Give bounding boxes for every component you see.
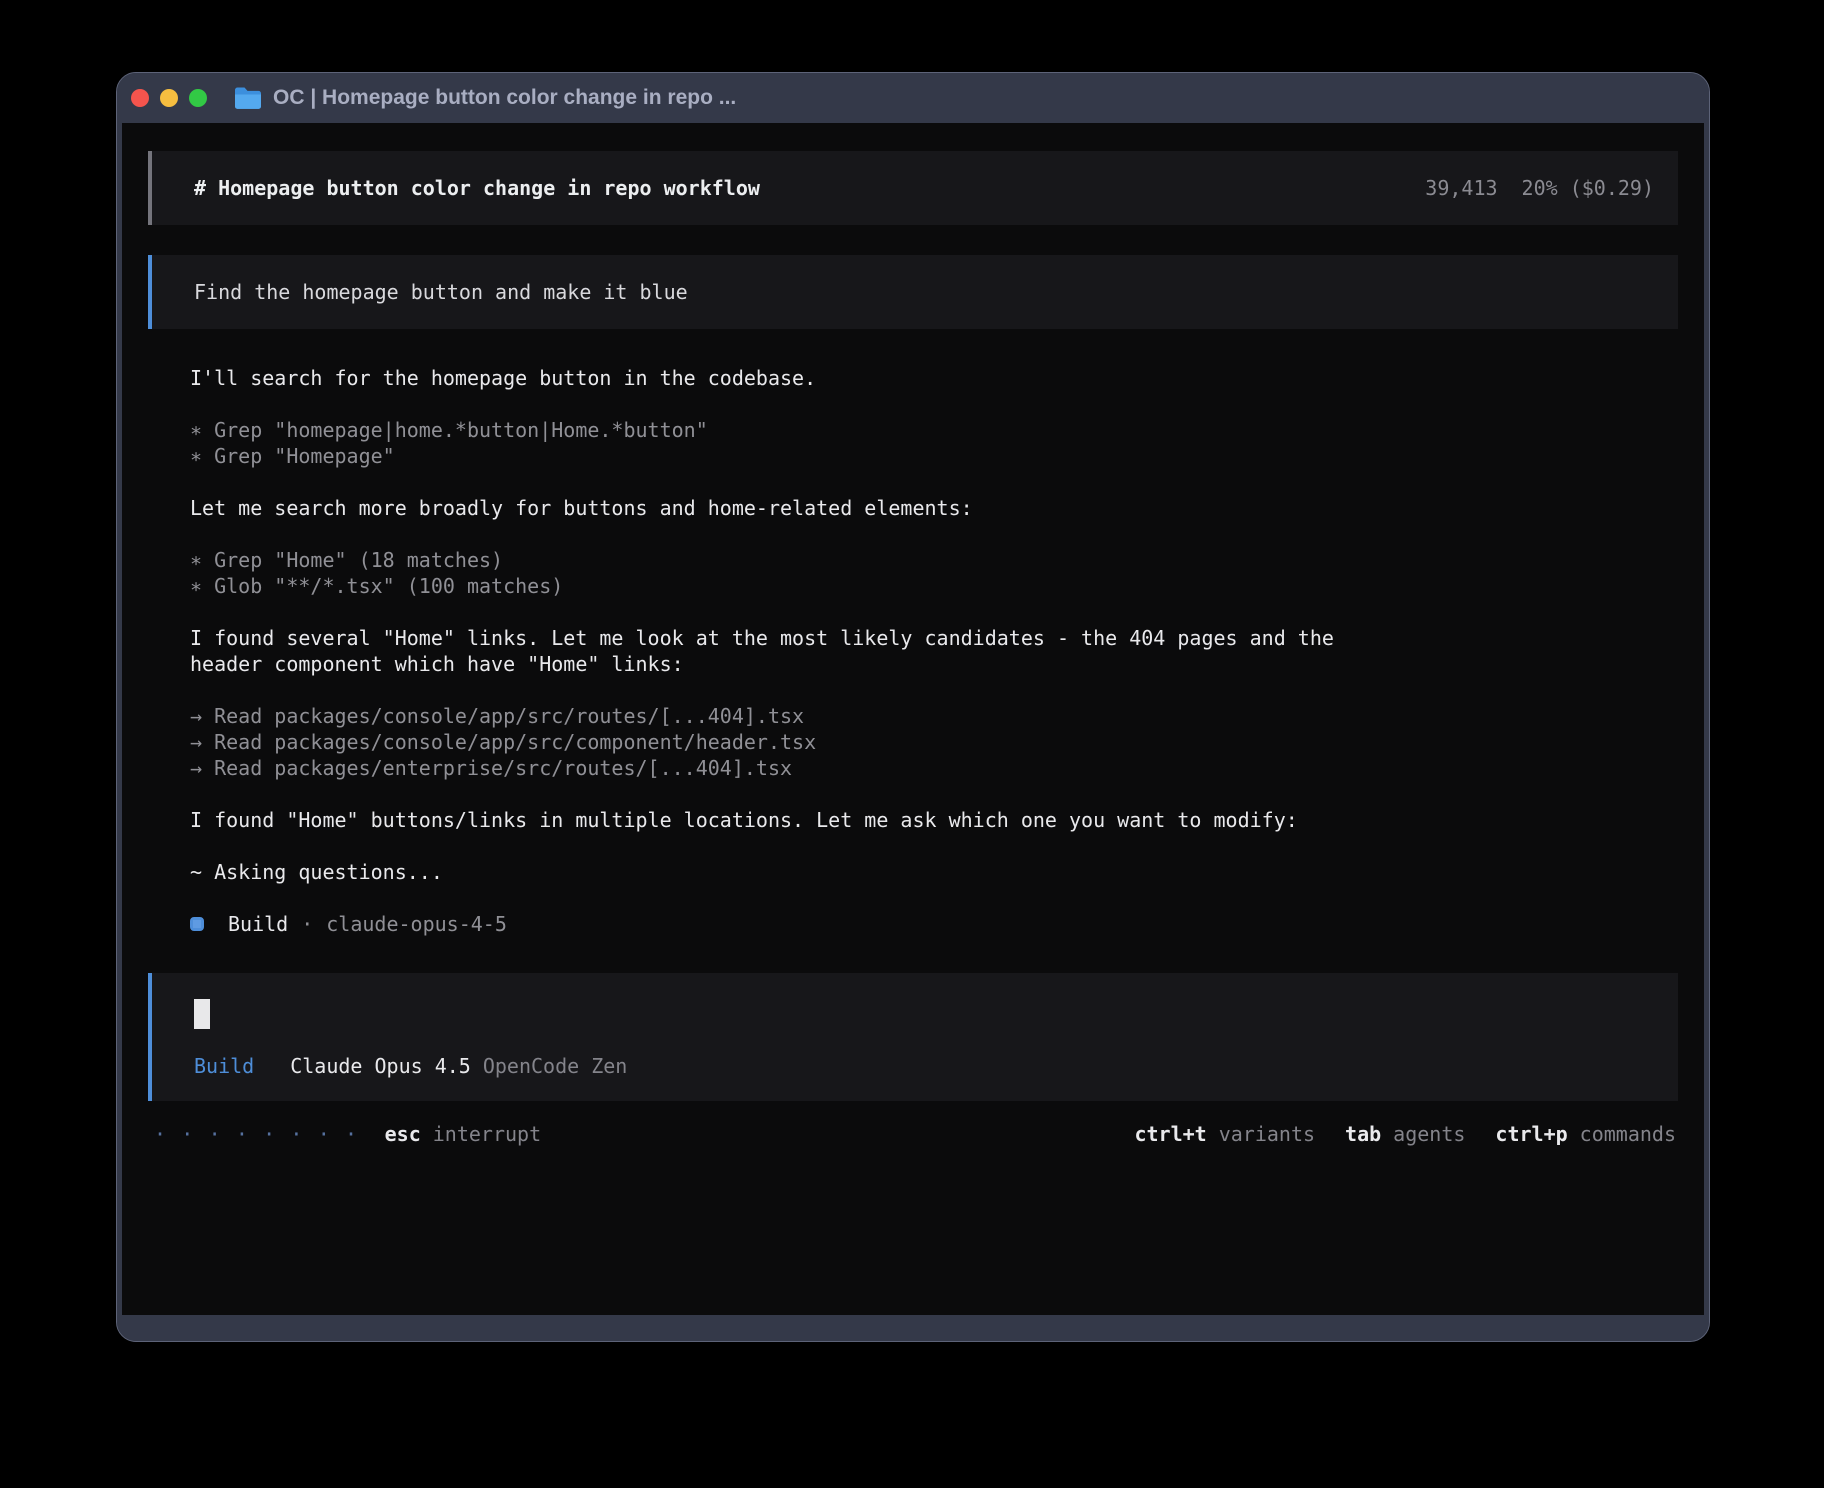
- context-usage-cost: 20% ($0.29): [1522, 175, 1654, 201]
- shortcut-interrupt: esc interrupt: [385, 1121, 542, 1147]
- zoom-button[interactable]: [189, 89, 207, 107]
- text-cursor: [194, 999, 210, 1029]
- agent-name: Build: [228, 911, 288, 937]
- footer-right: ctrl+t variants tab agents ctrl+p comman…: [1134, 1121, 1676, 1147]
- window-title: OC | Homepage button color change in rep…: [273, 86, 736, 110]
- assistant-text-line: Let me search more broadly for buttons a…: [190, 495, 1392, 521]
- assistant-text-line: I found several "Home" links. Let me loo…: [190, 625, 1392, 677]
- shortcut-key: ctrl+p: [1495, 1121, 1567, 1147]
- shortcut-label: interrupt: [433, 1121, 541, 1147]
- terminal-window: OC | Homepage button color change in rep…: [116, 72, 1710, 1342]
- tool-call-grep: ∗ Grep "Homepage": [190, 443, 1392, 469]
- agent-status-line: Build · claude-opus-4-5: [190, 911, 1678, 937]
- model-name: claude-opus-4-5: [326, 911, 507, 937]
- separator-dot: ·: [301, 911, 313, 937]
- minimize-button[interactable]: [160, 89, 178, 107]
- user-message-text: Find the homepage button and make it blu…: [194, 280, 688, 304]
- close-button[interactable]: [131, 89, 149, 107]
- prompt-input[interactable]: Build Claude Opus 4.5 OpenCode Zen: [148, 973, 1678, 1101]
- agent-build-icon: [190, 917, 204, 931]
- mode-badge[interactable]: Build: [194, 1053, 254, 1079]
- assistant-text-line: I found "Home" buttons/links in multiple…: [190, 807, 1392, 833]
- assistant-text-line: I'll search for the homepage button in t…: [190, 365, 1392, 391]
- tool-call-glob: ∗ Glob "**/*.tsx" (100 matches): [190, 573, 1392, 599]
- shortcut-label: agents: [1393, 1121, 1465, 1147]
- assistant-status-line: ~ Asking questions...: [190, 859, 1392, 885]
- session-stats: 39,413 20% ($0.29): [1425, 175, 1654, 201]
- titlebar: OC | Homepage button color change in rep…: [117, 73, 1709, 123]
- shortcut-agents: tab agents: [1345, 1121, 1465, 1147]
- input-mode-line: Build Claude Opus 4.5 OpenCode Zen: [194, 1053, 1654, 1079]
- window-bottom-bezel: [117, 1315, 1709, 1341]
- shortcut-key: tab: [1345, 1121, 1381, 1147]
- tool-call-read: → Read packages/enterprise/src/routes/[.…: [190, 755, 1392, 781]
- shortcut-label: commands: [1580, 1121, 1676, 1147]
- tool-call-read: → Read packages/console/app/src/routes/[…: [190, 703, 1392, 729]
- footer-left: · · · · · · · · esc interrupt: [154, 1121, 541, 1147]
- session-title: # Homepage button color change in repo w…: [194, 175, 760, 201]
- shortcut-commands: ctrl+p commands: [1495, 1121, 1676, 1147]
- window-controls: [131, 89, 207, 107]
- token-count: 39,413: [1425, 175, 1497, 201]
- footer-hints: · · · · · · · · esc interrupt ctrl+t var…: [148, 1121, 1678, 1147]
- tool-call-read: → Read packages/console/app/src/componen…: [190, 729, 1392, 755]
- assistant-transcript: I'll search for the homepage button in t…: [148, 365, 1678, 937]
- spinner-dots-icon: · · · · · · · ·: [154, 1121, 359, 1147]
- tool-call-grep: ∗ Grep "homepage|home.*button|Home.*butt…: [190, 417, 1392, 443]
- shortcut-key: ctrl+t: [1134, 1121, 1206, 1147]
- input-model-label: Claude Opus 4.5: [290, 1053, 471, 1079]
- shortcut-label: variants: [1219, 1121, 1315, 1147]
- input-provider-label: OpenCode Zen: [483, 1053, 628, 1079]
- terminal-content: # Homepage button color change in repo w…: [122, 123, 1704, 1315]
- user-message: Find the homepage button and make it blu…: [148, 255, 1678, 329]
- session-header: # Homepage button color change in repo w…: [148, 151, 1678, 225]
- shortcut-key: esc: [385, 1121, 421, 1147]
- shortcut-variants: ctrl+t variants: [1134, 1121, 1315, 1147]
- tool-call-grep: ∗ Grep "Home" (18 matches): [190, 547, 1392, 573]
- folder-icon: [233, 86, 263, 110]
